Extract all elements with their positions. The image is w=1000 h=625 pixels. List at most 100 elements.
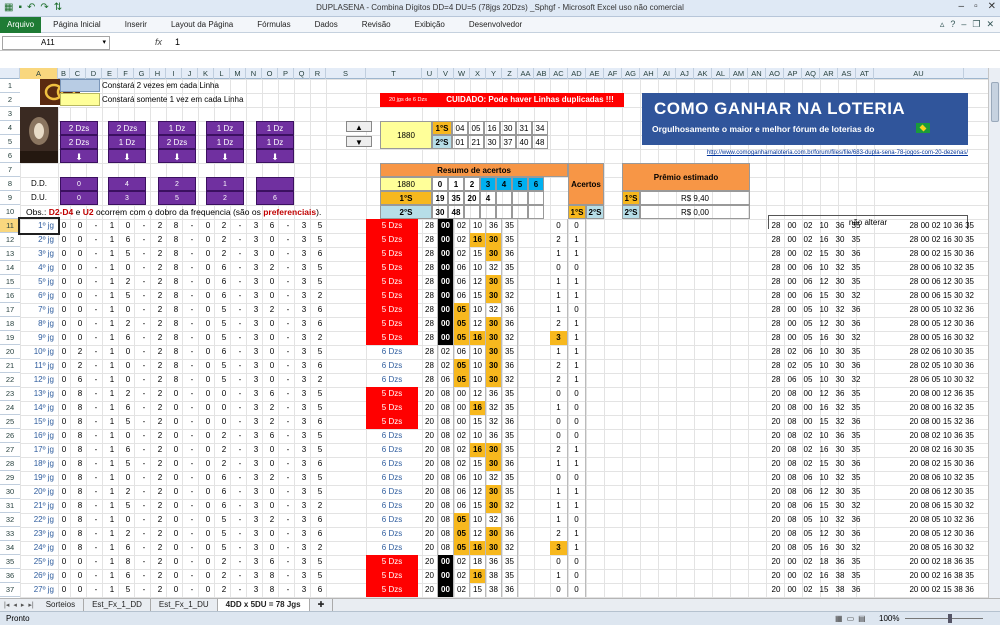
game-digit[interactable]: - xyxy=(232,569,248,583)
game-digit[interactable]: 8 xyxy=(72,457,88,471)
game-digit[interactable]: 6 xyxy=(312,583,328,597)
game-digit[interactable]: - xyxy=(184,457,200,471)
game-digit[interactable]: - xyxy=(88,471,104,485)
game-number[interactable]: 12 xyxy=(470,485,486,499)
game-digit[interactable]: - xyxy=(232,429,248,443)
game-digit[interactable]: 3 xyxy=(296,387,312,401)
game-digit[interactable]: 0 xyxy=(200,233,216,247)
game-number[interactable]: 32 xyxy=(486,513,502,527)
table-row[interactable]: 14º jg 0 8-1 6-2 0-0 0-3 2-3 5 5 Dzs 20 08 00 16 32 35… xyxy=(20,401,988,415)
game-number[interactable]: 20 xyxy=(422,457,438,471)
game-digit[interactable]: 6 xyxy=(216,275,232,289)
game-digit[interactable]: - xyxy=(232,303,248,317)
game-digit[interactable]: - xyxy=(88,429,104,443)
game-digit[interactable]: 8 xyxy=(72,401,88,415)
game-number[interactable]: 02 xyxy=(454,555,470,569)
close-icon[interactable]: ✕ xyxy=(988,1,996,12)
formula-input[interactable]: 1 xyxy=(175,37,180,47)
game-number[interactable]: 06 xyxy=(438,373,454,387)
game-digit[interactable]: - xyxy=(184,541,200,555)
game-digit[interactable]: - xyxy=(184,443,200,457)
game-label[interactable]: 13º jg xyxy=(20,387,58,401)
game-digit[interactable]: - xyxy=(280,429,296,443)
spin-down-button[interactable]: ▼ xyxy=(346,136,372,147)
game-number[interactable]: 00 xyxy=(438,317,454,331)
game-number[interactable]: 00 xyxy=(438,569,454,583)
game-digit[interactable]: 5 xyxy=(120,457,136,471)
game-number[interactable]: 16 xyxy=(470,331,486,345)
row-header[interactable]: 5 xyxy=(0,135,20,149)
game-digit[interactable]: 0 xyxy=(200,247,216,261)
row-header[interactable]: 6 xyxy=(0,149,20,163)
game-number[interactable]: 08 xyxy=(438,443,454,457)
game-digit[interactable]: - xyxy=(88,275,104,289)
table-row[interactable]: 15º jg 0 8-1 5-2 0-0 0-3 2-3 6 5 Dzs 20 08 00 15 32 36… xyxy=(20,415,988,429)
column-header[interactable]: AO xyxy=(766,68,784,79)
du-digit-value[interactable]: 2 xyxy=(206,191,244,205)
game-digit[interactable]: 3 xyxy=(296,555,312,569)
game-label[interactable]: 22º jg xyxy=(20,513,58,527)
game-digit[interactable]: 2 xyxy=(72,345,88,359)
game-digit[interactable]: - xyxy=(88,569,104,583)
game-number[interactable]: 32 xyxy=(486,261,502,275)
game-digit[interactable]: 3 xyxy=(248,513,264,527)
game-digit[interactable]: - xyxy=(232,541,248,555)
game-digit[interactable]: 2 xyxy=(120,387,136,401)
table-row[interactable]: 21º jg 0 8-1 5-2 0-0 6-3 0-3 2 6 Dzs 20 08 06 15 30 32… xyxy=(20,499,988,513)
row-header[interactable]: 11 xyxy=(0,219,20,233)
game-digit[interactable]: 0 xyxy=(168,513,184,527)
prev-sheet-icon[interactable]: ◂ xyxy=(13,601,17,609)
game-digit[interactable]: - xyxy=(232,485,248,499)
game-digit[interactable]: 1 xyxy=(104,555,120,569)
game-digit[interactable]: 0 xyxy=(120,513,136,527)
game-digit[interactable]: 3 xyxy=(248,289,264,303)
game-number[interactable]: 32 xyxy=(486,303,502,317)
game-number[interactable]: 10 xyxy=(470,303,486,317)
game-digit[interactable]: - xyxy=(280,401,296,415)
game-digit[interactable]: - xyxy=(184,471,200,485)
game-digit[interactable]: 0 xyxy=(264,345,280,359)
row-header[interactable]: 15 xyxy=(0,275,20,289)
game-digit[interactable]: 3 xyxy=(248,569,264,583)
game-digit[interactable]: 8 xyxy=(72,387,88,401)
game-number[interactable]: 20 xyxy=(422,471,438,485)
game-number[interactable]: 00 xyxy=(454,401,470,415)
game-digit[interactable]: 8 xyxy=(168,275,184,289)
game-digit[interactable]: 0 xyxy=(216,401,232,415)
game-digit[interactable]: 0 xyxy=(56,457,72,471)
column-header[interactable]: AP xyxy=(784,68,802,79)
du-digit-value[interactable]: 3 xyxy=(108,191,146,205)
column-header[interactable]: AS xyxy=(838,68,856,79)
game-digit[interactable]: 3 xyxy=(248,247,264,261)
game-digit[interactable]: 0 xyxy=(264,527,280,541)
game-digit[interactable]: 2 xyxy=(152,541,168,555)
row-header[interactable]: 29 xyxy=(0,471,20,485)
column-header[interactable]: Z xyxy=(502,68,518,79)
game-number[interactable]: 35 xyxy=(502,555,518,569)
game-digit[interactable]: - xyxy=(136,303,152,317)
game-digit[interactable]: 6 xyxy=(312,513,328,527)
site-banner[interactable]: COMO GANHAR NA LOTERIA Orgulhosamente o … xyxy=(642,93,968,145)
column-header[interactable]: AL xyxy=(712,68,730,79)
game-digit[interactable]: - xyxy=(88,359,104,373)
game-digit[interactable]: 3 xyxy=(296,303,312,317)
row-header[interactable]: 26 xyxy=(0,429,20,443)
column-header[interactable]: L xyxy=(214,68,230,79)
game-number[interactable]: 28 xyxy=(422,345,438,359)
game-digit[interactable]: - xyxy=(88,303,104,317)
game-digit[interactable]: - xyxy=(232,373,248,387)
game-digit[interactable]: 3 xyxy=(248,219,264,233)
game-digit[interactable]: 3 xyxy=(248,471,264,485)
game-label[interactable]: 12º jg xyxy=(20,373,58,387)
game-number[interactable]: 08 xyxy=(438,429,454,443)
table-row[interactable]: 3º jg 0 0-1 5-2 8-0 2-3 0-3 6 5 Dzs 28 00 02 15 30 36 1… xyxy=(20,247,988,261)
game-digit[interactable]: - xyxy=(184,555,200,569)
game-number[interactable]: 30 xyxy=(486,275,502,289)
game-digit[interactable]: - xyxy=(184,233,200,247)
tab-data[interactable]: Dados xyxy=(303,20,350,29)
game-digit[interactable]: 8 xyxy=(72,443,88,457)
game-digit[interactable]: 6 xyxy=(216,471,232,485)
game-digit[interactable]: 6 xyxy=(216,345,232,359)
game-digit[interactable]: 0 xyxy=(200,415,216,429)
game-number[interactable]: 28 xyxy=(422,373,438,387)
